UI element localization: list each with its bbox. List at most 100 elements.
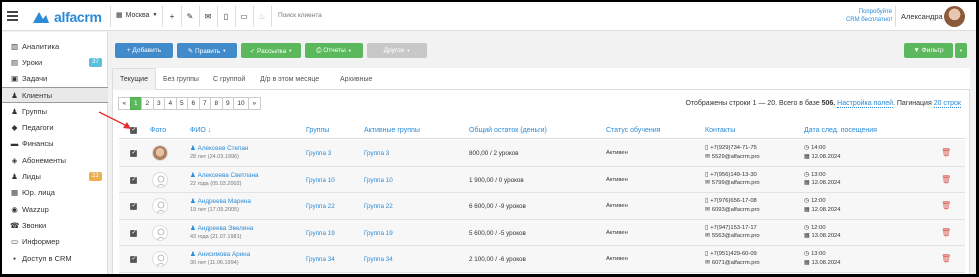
active-group-link[interactable]: Группа 19: [364, 230, 393, 237]
user-name[interactable]: Александра: [901, 12, 943, 21]
table-row[interactable]: ♟Андреева Эвелина43 года (21.07.1981) Гру…: [119, 219, 965, 246]
client-email[interactable]: ✉ 6093@alfacrm.pro: [705, 207, 760, 213]
client-name-link[interactable]: ♟ Андреева Марина: [190, 198, 251, 205]
city-selector[interactable]: ▦ Москва ▼: [116, 11, 157, 20]
page-button[interactable]: 10: [233, 97, 249, 110]
client-email[interactable]: ✉ 5529@alfacrm.pro: [705, 154, 760, 160]
person-icon: ♟: [190, 198, 196, 205]
menu-burger-icon[interactable]: [7, 11, 18, 21]
filter-button[interactable]: ▼ Фильтр: [904, 43, 953, 58]
sidebar-item[interactable]: ♟ Лиды 22: [2, 168, 108, 184]
sidebar-item[interactable]: ▦ Юр. лица: [2, 185, 108, 201]
client-photo[interactable]: [152, 145, 168, 161]
group-link[interactable]: Группа 34: [306, 256, 335, 263]
client-email[interactable]: ✉ 5799@alfacrm.pro: [705, 180, 760, 186]
sidebar-item[interactable]: ◆ Педагоги: [2, 120, 108, 136]
tablet-icon[interactable]: ▭: [238, 10, 250, 22]
delete-trash-icon[interactable]: 🗑: [941, 228, 951, 237]
logo[interactable]: alfacrm: [32, 8, 102, 25]
tab[interactable]: Архивные: [333, 68, 379, 90]
client-name-link[interactable]: ♟ Андреева Эвелина: [190, 225, 253, 232]
tab[interactable]: С группой: [206, 68, 252, 90]
col-photo[interactable]: Фото: [150, 127, 166, 134]
field-settings-link[interactable]: Настройка полей: [837, 100, 893, 108]
delete-trash-icon[interactable]: 🗑: [941, 148, 951, 157]
sidebar-item[interactable]: ▭ Информер: [2, 234, 108, 250]
active-group-link[interactable]: Группа 10: [364, 177, 393, 184]
trial-promo-link[interactable]: Попробуйте CRM бесплатно!: [834, 9, 892, 24]
other-button[interactable]: Другое ▼: [367, 43, 427, 58]
tab[interactable]: Текущие: [112, 68, 156, 90]
page-button[interactable]: »: [248, 97, 261, 110]
client-search-input[interactable]: Поиск клиента: [278, 12, 322, 19]
user-avatar[interactable]: [944, 6, 965, 27]
table-row[interactable]: ♟Алексеев Степан 28 лет (24.03.1996) Групп…: [119, 140, 965, 167]
reports-button[interactable]: ⎙ Отчеты ▼: [305, 43, 363, 58]
sidebar-item[interactable]: ♟ Группы: [2, 103, 108, 119]
wrench-icon[interactable]: ✎: [184, 10, 196, 22]
sidebar-item[interactable]: ▪ Доступ в CRM: [2, 250, 108, 266]
edit-button[interactable]: ✎ Править ▼: [177, 43, 237, 58]
sidebar-item[interactable]: ▣ Задачи: [2, 71, 108, 87]
client-name-link[interactable]: ♟ Алексеева Светлана: [190, 172, 259, 179]
group-link[interactable]: Группа 22: [306, 203, 335, 210]
client-photo[interactable]: [152, 251, 168, 267]
sidebar-item[interactable]: ◈ Абонементы: [2, 152, 108, 168]
delete-trash-icon[interactable]: 🗑: [941, 254, 951, 263]
filter-dropdown-button[interactable]: ▼: [955, 43, 967, 58]
client-name-link[interactable]: ♟ Анисимова Арина: [190, 251, 250, 258]
sidebar-item[interactable]: ▤ Уроки 37: [2, 54, 108, 70]
col-active-groups[interactable]: Активные группы: [364, 127, 420, 134]
count-badge: 37: [89, 57, 102, 67]
col-status[interactable]: Статус обучения: [606, 127, 660, 134]
active-group-link[interactable]: Группа 34: [364, 256, 393, 263]
table-row[interactable]: ♟Андреева Марина 19 лет (17.05.2005) Групп…: [119, 193, 965, 220]
sidebar-item[interactable]: ☎ Звонки: [2, 217, 108, 233]
row-checkbox[interactable]: [130, 255, 137, 263]
client-photo[interactable]: [152, 171, 168, 188]
client-email[interactable]: ✉ 5563@alfacrm.pro: [705, 233, 760, 239]
col-next-visit[interactable]: Дата след. посещения: [804, 127, 877, 134]
col-contacts[interactable]: Контакты: [705, 127, 735, 134]
mail-icon[interactable]: ✉: [202, 10, 214, 22]
per-page-selector[interactable]: 20 строк: [933, 100, 961, 108]
client-phone[interactable]: ▯ +7(951)429-60-09: [705, 251, 757, 257]
delete-trash-icon[interactable]: 🗑: [941, 175, 951, 184]
plus-icon[interactable]: +: [166, 10, 178, 22]
client-photo[interactable]: [152, 198, 168, 214]
client-phone[interactable]: ▯ +7(956)149-13-30: [705, 172, 757, 178]
tab[interactable]: Без группы: [156, 68, 206, 90]
col-name[interactable]: ФИО ↓: [190, 127, 211, 134]
visit-date: 12.08.2024: [811, 180, 841, 186]
delete-trash-icon[interactable]: 🗑: [941, 201, 951, 210]
tab[interactable]: Д/р в этом месяце: [253, 68, 326, 90]
sidebar-item[interactable]: ▥ Аналитика: [2, 38, 108, 54]
client-tabs: Текущие Без группы С группой Д/р в этом мес…: [112, 68, 970, 90]
row-checkbox[interactable]: [130, 229, 137, 237]
client-phone[interactable]: ▯ +7(929)734-71-75: [705, 145, 757, 151]
sidebar-item[interactable]: ◉ Wazzup: [2, 201, 108, 217]
client-photo[interactable]: [152, 224, 168, 241]
mailing-button[interactable]: ✓ Рассылка ▼: [241, 43, 301, 58]
sidebar-item[interactable]: ▬ Финансы: [2, 136, 108, 152]
mobile-icon[interactable]: ▯: [220, 10, 232, 22]
client-email[interactable]: ✉ 6071@alfacrm.pro: [705, 260, 760, 266]
active-group-link[interactable]: Группа 3: [364, 150, 389, 157]
row-checkbox[interactable]: [130, 176, 137, 184]
group-link[interactable]: Группа 19: [306, 230, 335, 237]
client-phone[interactable]: ▯ +7(947)153-17-17: [705, 225, 757, 231]
col-groups[interactable]: Группы: [306, 127, 329, 134]
client-phone[interactable]: ▯ +7(976)656-17-08: [705, 198, 757, 204]
col-balance[interactable]: Общий остаток (деньги): [469, 127, 547, 134]
client-name-link[interactable]: ♟ Алексеев Степан: [190, 145, 248, 152]
table-row[interactable]: ♟Анисимова Арина 30 лет (11.06.1994) Групп…: [119, 246, 965, 273]
sidebar-item[interactable]: ♟ Клиенты: [2, 86, 108, 104]
add-button[interactable]: + Добавить: [115, 43, 173, 58]
active-group-link[interactable]: Группа 22: [364, 203, 393, 210]
row-checkbox[interactable]: [130, 202, 137, 210]
group-link[interactable]: Группа 10: [306, 177, 335, 184]
table-row[interactable]: ♟Алексеева Светлана22 года (05.03.2002) Г…: [119, 166, 965, 193]
row-checkbox[interactable]: [130, 149, 137, 157]
group-link[interactable]: Группа 3: [306, 150, 331, 157]
fire-icon[interactable]: ♨: [256, 10, 268, 22]
